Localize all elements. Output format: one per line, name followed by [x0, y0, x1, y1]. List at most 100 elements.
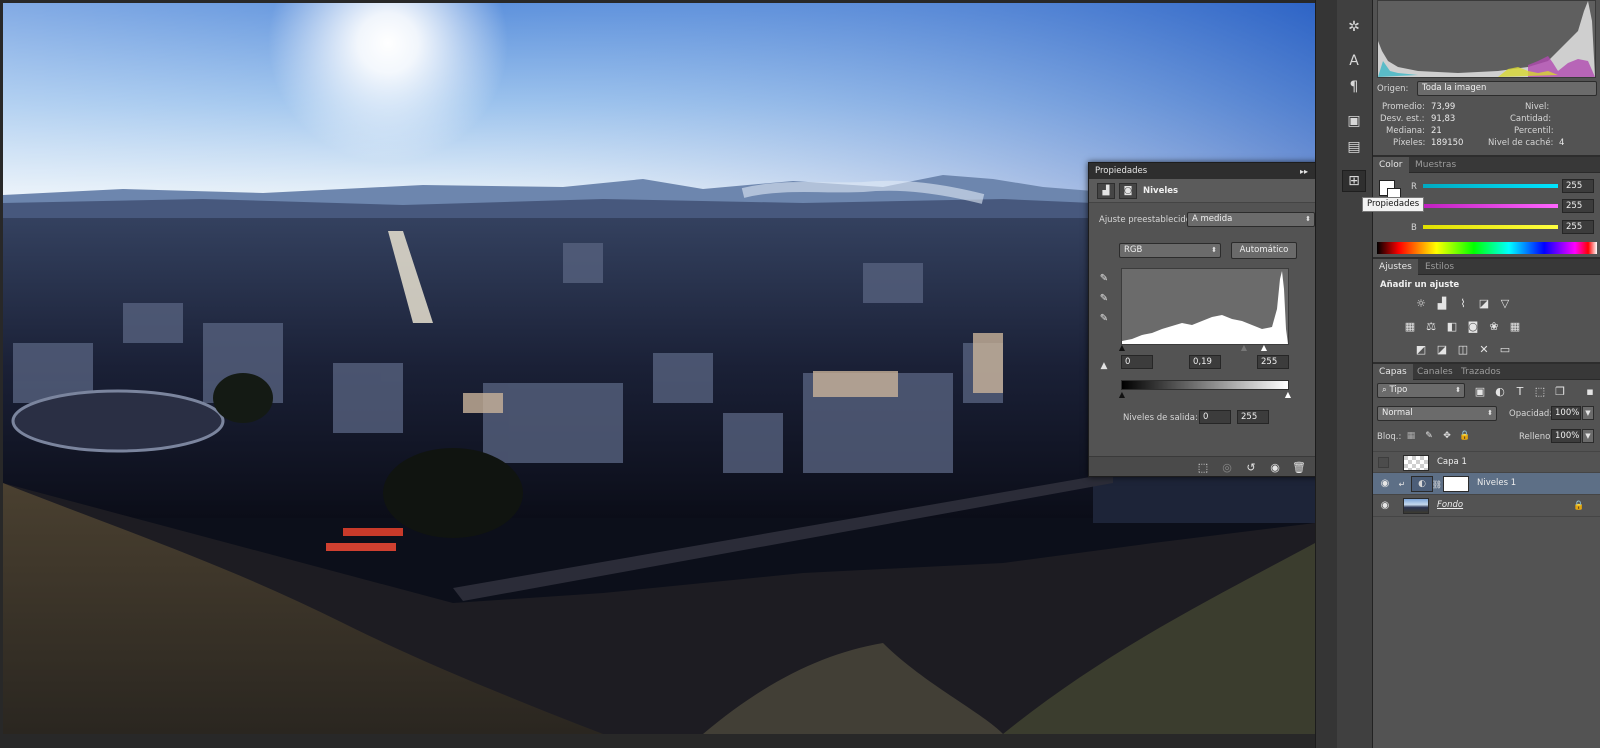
channel-b-label: B: [1411, 223, 1417, 233]
vertical-scrollbar[interactable]: [1315, 0, 1337, 748]
lock-transparency-icon[interactable]: ▦: [1405, 430, 1417, 442]
color-spectrum[interactable]: [1377, 242, 1597, 254]
output-white-field[interactable]: 255: [1237, 410, 1269, 424]
output-black-field[interactable]: 0: [1199, 410, 1231, 424]
eye-icon[interactable]: ◉: [1379, 500, 1391, 512]
tab-capas[interactable]: Capas: [1373, 364, 1413, 380]
stat-mediana-label: Mediana:: [1386, 126, 1425, 136]
tab-estilos[interactable]: Estilos: [1419, 259, 1460, 275]
input-black-slider[interactable]: ▲: [1117, 343, 1127, 352]
channel-r-field[interactable]: 255: [1562, 179, 1594, 193]
input-gamma-slider[interactable]: ▲: [1239, 343, 1249, 352]
tab-trazados[interactable]: Trazados: [1455, 364, 1507, 380]
channel-b-field[interactable]: 255: [1562, 220, 1594, 234]
channel-dropdown[interactable]: RGB ⬍: [1119, 243, 1221, 258]
library-icon[interactable]: ▣: [1342, 110, 1366, 132]
exposure-icon[interactable]: ◪: [1476, 296, 1492, 310]
filter-toggle-icon[interactable]: ▪: [1583, 384, 1597, 398]
threshold-icon[interactable]: ◫: [1455, 342, 1471, 356]
tab-color[interactable]: Color: [1373, 157, 1409, 173]
trash-icon[interactable]: 🗑: [1291, 460, 1307, 474]
photo-filter-icon[interactable]: ◙: [1465, 319, 1481, 333]
reset-icon[interactable]: ↺: [1243, 460, 1259, 474]
layer-filter-dropdown[interactable]: ⌕ Tipo ⬍: [1377, 383, 1465, 398]
chevron-down-icon: ⬍: [1487, 409, 1493, 417]
lock-all-icon[interactable]: 🔒: [1459, 430, 1471, 442]
gear-icon[interactable]: ✲: [1342, 16, 1366, 38]
chevron-down-icon: ⬍: [1305, 215, 1311, 223]
layer-name[interactable]: Capa 1: [1437, 457, 1467, 467]
levels-histogram: [1121, 268, 1289, 345]
collapse-icon[interactable]: ▸▸: [1297, 164, 1311, 178]
layer-row-fondo[interactable]: ◉ Fondo 🔒: [1373, 495, 1600, 517]
levels-histogram-icon[interactable]: ▟: [1097, 183, 1115, 199]
tab-muestras[interactable]: Muestras: [1409, 157, 1462, 173]
preset-dropdown[interactable]: A medida ⬍: [1187, 212, 1315, 227]
filter-smart-object-icon[interactable]: ❐: [1553, 384, 1567, 398]
input-black-field[interactable]: 0: [1121, 355, 1153, 369]
blend-mode-dropdown[interactable]: Normal ⬍: [1377, 406, 1497, 421]
gray-eyedropper-icon[interactable]: ✎: [1097, 291, 1111, 305]
character-icon[interactable]: A: [1342, 50, 1366, 72]
layer-row-niveles-1[interactable]: ◉ ↵ ◐ ⛓ Niveles 1: [1373, 473, 1600, 495]
brightness-icon[interactable]: ☼: [1413, 296, 1429, 310]
channel-b-slider[interactable]: [1423, 225, 1558, 229]
invert-icon[interactable]: ◩: [1413, 342, 1429, 356]
tab-canales[interactable]: Canales: [1411, 364, 1459, 380]
output-white-slider[interactable]: ▲: [1283, 390, 1293, 399]
visibility-toggle-empty[interactable]: [1378, 457, 1389, 468]
clip-to-layer-icon[interactable]: ⬚: [1195, 460, 1211, 474]
color-balance-icon[interactable]: ⚖: [1423, 319, 1439, 333]
properties-panel-titlebar[interactable]: Propiedades ▸▸ ≡: [1089, 163, 1335, 179]
properties-icon[interactable]: ⊞: [1342, 170, 1366, 192]
white-eyedropper-icon[interactable]: ✎: [1097, 311, 1111, 325]
clipping-arrow-icon: ↵: [1398, 479, 1406, 489]
lock-position-icon[interactable]: ✥: [1441, 430, 1453, 442]
filter-shape-icon[interactable]: ⬚: [1533, 384, 1547, 398]
channel-g-slider[interactable]: [1423, 204, 1558, 208]
tab-ajustes[interactable]: Ajustes: [1373, 259, 1418, 275]
notes-icon[interactable]: ▤: [1342, 136, 1366, 158]
input-gamma-field[interactable]: 0,19: [1189, 355, 1221, 369]
filter-type-icon[interactable]: T: [1513, 384, 1527, 398]
layer-row-capa-1[interactable]: Capa 1: [1373, 451, 1600, 473]
fill-field[interactable]: 100%: [1551, 429, 1581, 443]
opacity-dropdown-icon[interactable]: ▼: [1582, 406, 1594, 420]
curves-icon[interactable]: ⌇: [1455, 296, 1471, 310]
channel-r-slider[interactable]: [1423, 184, 1558, 188]
black-eyedropper-icon[interactable]: ✎: [1097, 271, 1111, 285]
selective-color-icon[interactable]: ✕: [1476, 342, 1492, 356]
view-previous-state-icon[interactable]: ◎: [1219, 460, 1235, 474]
origin-dropdown[interactable]: Toda la imagen: [1417, 81, 1597, 96]
preset-label: Ajuste preestablecido:: [1099, 215, 1194, 225]
filter-pixel-icon[interactable]: ▣: [1473, 384, 1487, 398]
channel-g-field[interactable]: 255: [1562, 199, 1594, 213]
mask-icon[interactable]: ◙: [1119, 183, 1137, 199]
paragraph-icon[interactable]: ¶: [1342, 76, 1366, 98]
input-white-field[interactable]: 255: [1257, 355, 1289, 369]
lock-image-icon[interactable]: ✎: [1423, 430, 1435, 442]
channel-mixer-icon[interactable]: ❀: [1486, 319, 1502, 333]
posterize-icon[interactable]: ◪: [1434, 342, 1450, 356]
clipping-warning-icon[interactable]: ▲: [1095, 359, 1113, 373]
black-white-icon[interactable]: ◧: [1444, 319, 1460, 333]
eye-icon[interactable]: ◉: [1379, 478, 1391, 490]
vibrance-icon[interactable]: ▽: [1497, 296, 1513, 310]
opacity-field[interactable]: 100%: [1551, 406, 1581, 420]
output-black-slider[interactable]: ▲: [1117, 390, 1127, 399]
layer-name[interactable]: Fondo: [1437, 500, 1463, 510]
gradient-map-icon[interactable]: ▭: [1497, 342, 1513, 356]
input-white-slider[interactable]: ▲: [1259, 343, 1269, 352]
link-icon[interactable]: ⛓: [1432, 479, 1442, 489]
levels-histogram-graph: [1122, 271, 1288, 344]
visibility-eye-icon[interactable]: ◉: [1267, 460, 1283, 474]
fill-dropdown-icon[interactable]: ▼: [1582, 429, 1594, 443]
color-lookup-icon[interactable]: ▦: [1507, 319, 1523, 333]
levels-icon[interactable]: ▟: [1434, 296, 1450, 310]
filter-adjustment-icon[interactable]: ◐: [1493, 384, 1507, 398]
layer-mask-thumbnail[interactable]: [1443, 476, 1469, 492]
hue-saturation-icon[interactable]: ▦: [1402, 319, 1418, 333]
properties-panel[interactable]: Propiedades ▸▸ ≡ ▟ ◙ Niveles Ajuste pree…: [1088, 162, 1336, 477]
auto-button[interactable]: Automático: [1231, 242, 1297, 259]
layer-name[interactable]: Niveles 1: [1477, 478, 1516, 488]
